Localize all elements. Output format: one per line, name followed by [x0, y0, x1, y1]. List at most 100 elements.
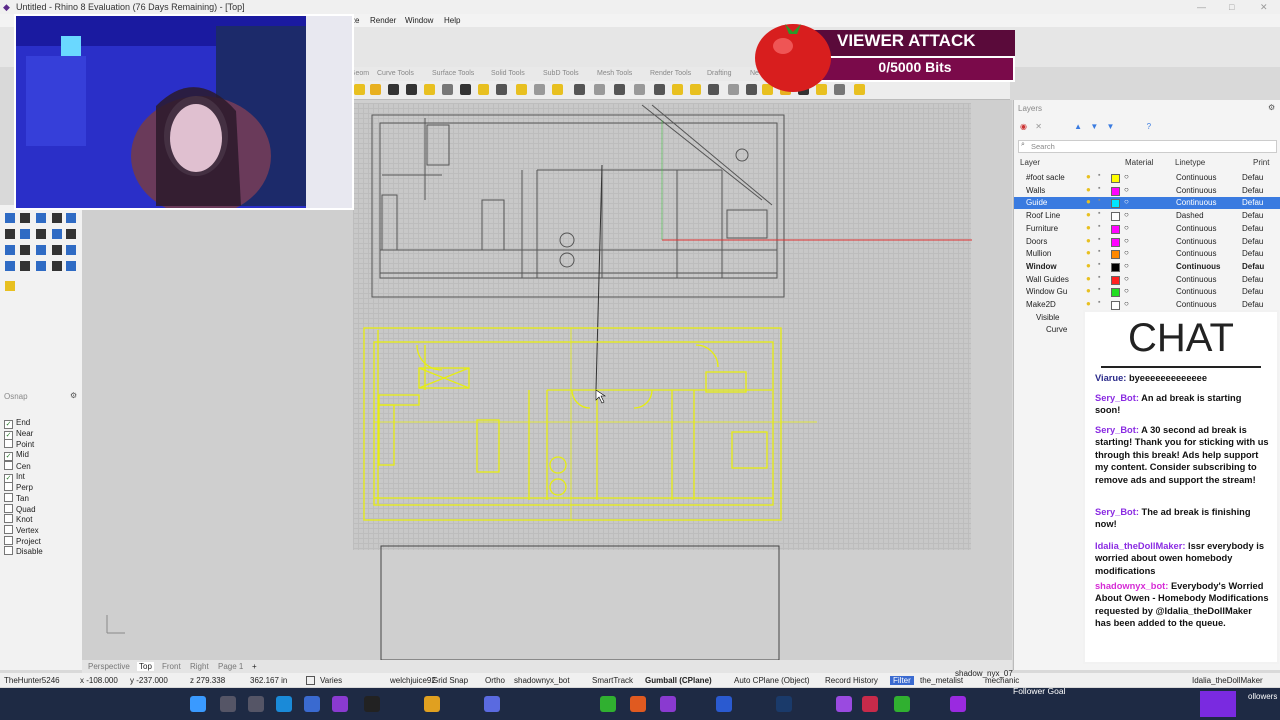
- layer-row[interactable]: #foot sacle ● ▪ ○ Continuous Defau: [1014, 172, 1280, 184]
- col-material[interactable]: Material: [1125, 158, 1153, 167]
- layer-color-swatch[interactable]: [1111, 301, 1120, 310]
- search-icon[interactable]: [220, 696, 236, 712]
- col-linetype[interactable]: Linetype: [1175, 158, 1205, 167]
- tool-icons-grid[interactable]: [0, 205, 82, 305]
- checkbox-icon[interactable]: [4, 482, 13, 492]
- layer-linetype[interactable]: Continuous: [1176, 249, 1216, 258]
- checkbox-icon[interactable]: [4, 546, 13, 556]
- layer-color-swatch[interactable]: [1111, 212, 1120, 222]
- material-icon[interactable]: ○: [1124, 185, 1129, 194]
- maximize-button[interactable]: □: [1229, 2, 1234, 12]
- layer-color-swatch[interactable]: [1111, 288, 1120, 298]
- light-bulb-icon[interactable]: ●: [1086, 197, 1091, 206]
- tab-top[interactable]: Top: [137, 662, 154, 671]
- tab-front[interactable]: Front: [162, 662, 181, 671]
- extrude-icon[interactable]: [552, 84, 563, 95]
- light-bulb-icon[interactable]: ●: [1086, 248, 1091, 257]
- chat-username[interactable]: Sery_Bot:: [1095, 507, 1139, 517]
- app2-icon[interactable]: [630, 696, 646, 712]
- layer-color-swatch[interactable]: [1111, 237, 1120, 247]
- layer-row[interactable]: Walls ● ▪ ○ Continuous Defau: [1014, 185, 1280, 197]
- material-icon[interactable]: ○: [1124, 172, 1129, 181]
- ortho-toggle[interactable]: Ortho: [485, 676, 505, 685]
- layer-search-input[interactable]: ⌕ Search: [1018, 140, 1277, 153]
- current-layer[interactable]: Varies: [320, 676, 342, 685]
- chat-username[interactable]: Sery_Bot:: [1095, 393, 1139, 403]
- twitch-icon[interactable]: [836, 696, 852, 712]
- light-bulb-icon[interactable]: ●: [1086, 236, 1091, 245]
- lock-icon[interactable]: ▪: [1098, 261, 1100, 268]
- checkbox-icon[interactable]: [4, 439, 13, 449]
- arc-icon[interactable]: [442, 84, 453, 95]
- app-icon[interactable]: [332, 696, 348, 712]
- layer-print[interactable]: Defau: [1242, 224, 1263, 233]
- layer-print[interactable]: Defau: [1242, 275, 1263, 284]
- osnap-item[interactable]: Project: [4, 535, 41, 546]
- chrome2-icon[interactable]: [894, 696, 910, 712]
- surface-icon[interactable]: [496, 84, 507, 95]
- layer-print[interactable]: Defau: [1242, 237, 1263, 246]
- filter-toggle[interactable]: Filter: [890, 676, 914, 685]
- checkbox-icon[interactable]: [4, 535, 13, 545]
- light-bulb-icon[interactable]: ●: [1086, 185, 1091, 194]
- help-icon[interactable]: ?: [1147, 122, 1151, 131]
- curve-icon[interactable]: [406, 84, 417, 95]
- gear-icon[interactable]: ⚙: [1268, 103, 1275, 112]
- layer-color-swatch[interactable]: [1111, 275, 1120, 285]
- lock-icon[interactable]: ▪: [1098, 185, 1100, 192]
- layer-print[interactable]: Defau: [1242, 173, 1263, 182]
- layer-name[interactable]: Make2D: [1026, 300, 1056, 309]
- tab-mesh-tools[interactable]: Mesh Tools: [597, 70, 632, 77]
- lock-icon[interactable]: ▪: [1098, 248, 1100, 255]
- layer-color-swatch[interactable]: [1111, 250, 1120, 260]
- layer-linetype[interactable]: Continuous: [1176, 275, 1216, 284]
- mesh-icon[interactable]: [534, 84, 545, 95]
- solid-icon[interactable]: [516, 84, 527, 95]
- chat-username[interactable]: Sery_Bot:: [1095, 425, 1139, 435]
- layer-print[interactable]: Defau: [1242, 198, 1263, 207]
- osnap-item[interactable]: Cen: [4, 460, 31, 471]
- checkbox-icon[interactable]: [4, 514, 13, 524]
- layer-linetype[interactable]: Continuous: [1176, 262, 1220, 271]
- layer-name[interactable]: Guide: [1026, 198, 1047, 207]
- auto-cplane-toggle[interactable]: Auto CPlane (Object): [734, 676, 810, 685]
- material-icon[interactable]: ○: [1124, 248, 1129, 257]
- light-bulb-icon[interactable]: ●: [1086, 299, 1091, 308]
- material-icon[interactable]: ○: [1124, 223, 1129, 232]
- layer-row[interactable]: Window Gu ● ▪ ○ Continuous Defau: [1014, 286, 1280, 298]
- checkbox-icon[interactable]: [4, 503, 13, 513]
- material-icon[interactable]: ○: [1124, 286, 1129, 295]
- tab-render-tools[interactable]: Render Tools: [650, 70, 691, 77]
- close-button[interactable]: ✕: [1260, 2, 1268, 13]
- layer-linetype[interactable]: Continuous: [1176, 224, 1216, 233]
- layer-linetype[interactable]: Continuous: [1176, 300, 1216, 309]
- light-bulb-icon[interactable]: ●: [1086, 286, 1091, 295]
- lock-icon[interactable]: ▪: [1098, 236, 1100, 243]
- windows-start-icon[interactable]: [190, 696, 206, 712]
- layer-print[interactable]: Defau: [1242, 249, 1263, 258]
- osnap-item[interactable]: ✓ Mid: [4, 450, 29, 462]
- layer-name[interactable]: Walls: [1026, 186, 1045, 195]
- gumball-toggle[interactable]: Gumball (CPlane): [645, 676, 712, 685]
- layer-name[interactable]: Roof Line: [1026, 211, 1060, 220]
- layer-name[interactable]: Visible: [1036, 313, 1059, 322]
- menu-help[interactable]: Help: [444, 16, 460, 25]
- layer-color-swatch[interactable]: [1111, 174, 1120, 183]
- layer-row[interactable]: Mullion ● ▪ ○ Continuous Defau: [1014, 248, 1280, 260]
- add-tab-button[interactable]: +: [252, 662, 257, 671]
- layer-linetype[interactable]: Continuous: [1176, 237, 1216, 246]
- task-view-icon[interactable]: [248, 696, 264, 712]
- checkbox-checked-icon[interactable]: ✓: [4, 430, 13, 440]
- light-bulb-icon[interactable]: ●: [1086, 261, 1091, 270]
- trim-icon[interactable]: [614, 84, 625, 95]
- light-bulb-icon[interactable]: ●: [1086, 223, 1091, 232]
- rectangle-icon[interactable]: [460, 84, 471, 95]
- tab-drafting[interactable]: Drafting: [707, 70, 732, 77]
- zoom-icon[interactable]: [728, 84, 739, 95]
- polygon-icon[interactable]: [478, 84, 489, 95]
- discord-icon[interactable]: [484, 696, 500, 712]
- osnap-item[interactable]: Disable: [4, 546, 43, 556]
- osnap-item[interactable]: ✓ End: [4, 418, 30, 429]
- layer-row[interactable]: Doors ● ▪ ○ Continuous Defau: [1014, 236, 1280, 248]
- light-bulb-icon[interactable]: ●: [1086, 274, 1091, 283]
